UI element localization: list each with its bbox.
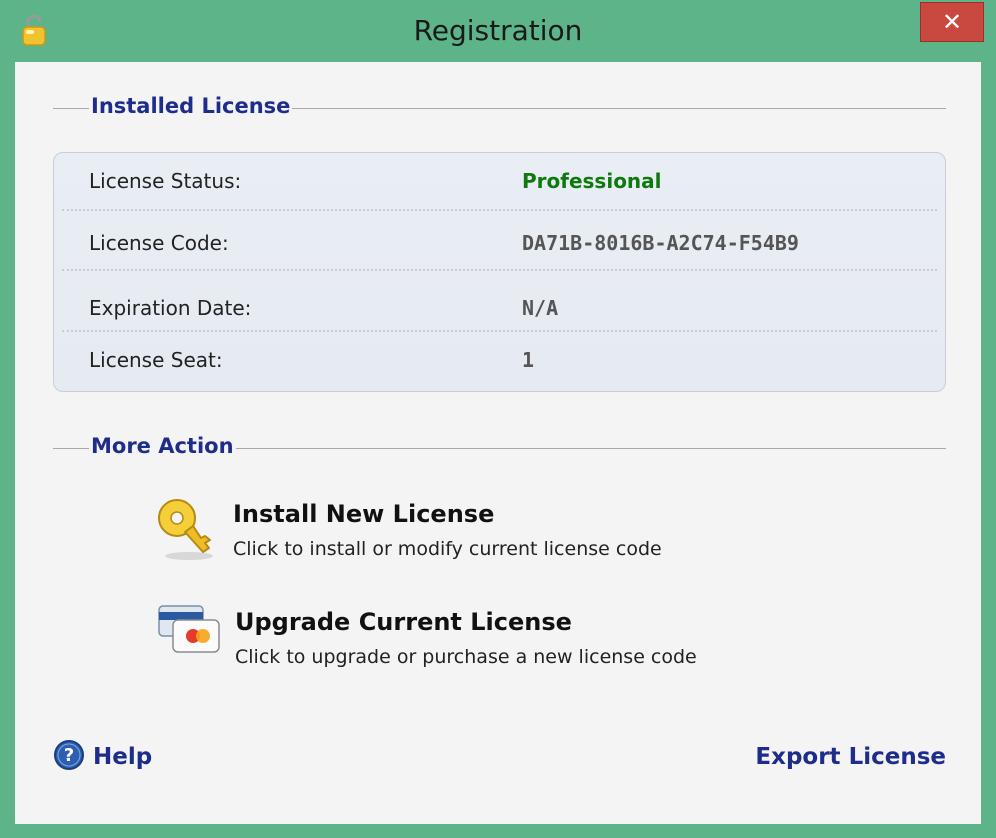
installed-license-section-header: Installed License [53, 93, 946, 123]
info-key: License Seat: [89, 348, 223, 372]
upgrade-current-license-action[interactable]: Upgrade Current License Click to upgrade… [155, 602, 715, 682]
section-title: Installed License [89, 94, 293, 118]
close-icon: ✕ [941, 8, 963, 36]
close-button[interactable]: ✕ [920, 2, 984, 42]
action-title: Install New License [233, 500, 495, 528]
title-bar[interactable]: Registration ✕ [0, 0, 996, 62]
help-label: Help [93, 744, 153, 770]
action-description: Click to upgrade or purchase a new licen… [235, 646, 697, 668]
info-row-license-code: License Code: DA71B-8016B-A2C74-F54B9 [54, 211, 945, 271]
action-title: Upgrade Current License [235, 608, 572, 636]
key-icon [155, 496, 221, 567]
window-title: Registration [413, 14, 583, 47]
info-row-expiration-date: Expiration Date: N/A [54, 271, 945, 332]
info-key: License Status: [89, 169, 242, 193]
license-seat-value: 1 [522, 348, 535, 372]
license-info-panel: License Status: Professional License Cod… [53, 152, 946, 392]
install-new-license-action[interactable]: Install New License Click to install or … [155, 496, 715, 576]
question-icon: ? [53, 739, 85, 776]
registration-window: Registration ✕ Installed License License… [0, 0, 996, 838]
action-description: Click to install or modify current licen… [233, 538, 662, 560]
svg-text:?: ? [64, 745, 74, 766]
help-link[interactable]: ? Help [53, 739, 152, 775]
info-row-license-status: License Status: Professional [54, 153, 945, 211]
license-status-value: Professional [522, 169, 662, 193]
info-key: License Code: [89, 231, 229, 255]
section-title: More Action [89, 434, 236, 458]
expiration-date-value: N/A [522, 296, 559, 320]
info-key: Expiration Date: [89, 296, 252, 320]
more-action-section-header: More Action [53, 433, 946, 463]
dialog-body: Installed License License Status: Profes… [15, 62, 981, 824]
info-row-license-seat: License Seat: 1 [54, 332, 945, 390]
credit-card-icon [155, 602, 223, 663]
export-license-link[interactable]: Export License [755, 744, 946, 770]
license-code-value: DA71B-8016B-A2C74-F54B9 [522, 231, 799, 255]
